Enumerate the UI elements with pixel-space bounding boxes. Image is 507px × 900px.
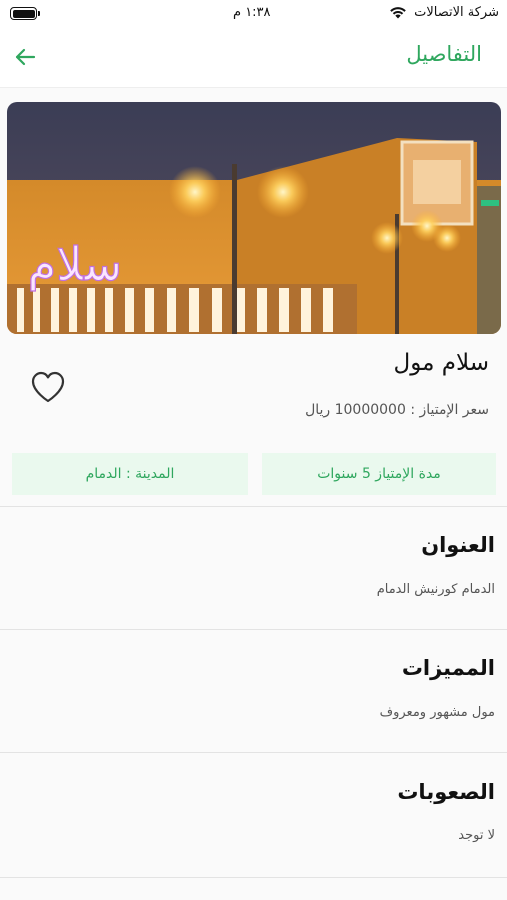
franchise-duration-chip: مدة الإمتياز 5 سنوات [262, 453, 496, 495]
back-arrow-icon[interactable] [12, 44, 38, 70]
city-chip: المدينة : الدمام [12, 453, 248, 495]
wifi-icon [390, 7, 406, 19]
listing-photo: سلام [7, 102, 501, 334]
franchise-price: سعر الإمتياز : 10000000 ريال [305, 402, 489, 418]
top-nav-bar: التفاصيل [0, 30, 507, 88]
divider [0, 752, 507, 753]
status-bar: ١:٣٨ م شركة الاتصالات [0, 0, 507, 30]
listing-name: سلام مول [393, 350, 489, 376]
mall-sign-text: سلام [28, 237, 122, 291]
divider [0, 629, 507, 630]
divider [0, 506, 507, 507]
page-title: التفاصيل [406, 42, 482, 66]
carrier-name: شركة الاتصالات [414, 5, 499, 20]
status-time: ١:٣٨ م [233, 5, 271, 20]
divider [0, 877, 507, 878]
heart-icon[interactable] [30, 370, 66, 404]
difficulties-text: لا توجد [458, 828, 495, 843]
battery-icon [10, 7, 40, 20]
address-text: الدمام كورنيش الدمام [376, 582, 495, 597]
difficulties-title: الصعوبات [397, 780, 495, 804]
features-text: مول مشهور ومعروف [379, 705, 495, 720]
features-title: المميزات [401, 656, 495, 680]
address-title: العنوان [421, 533, 495, 557]
